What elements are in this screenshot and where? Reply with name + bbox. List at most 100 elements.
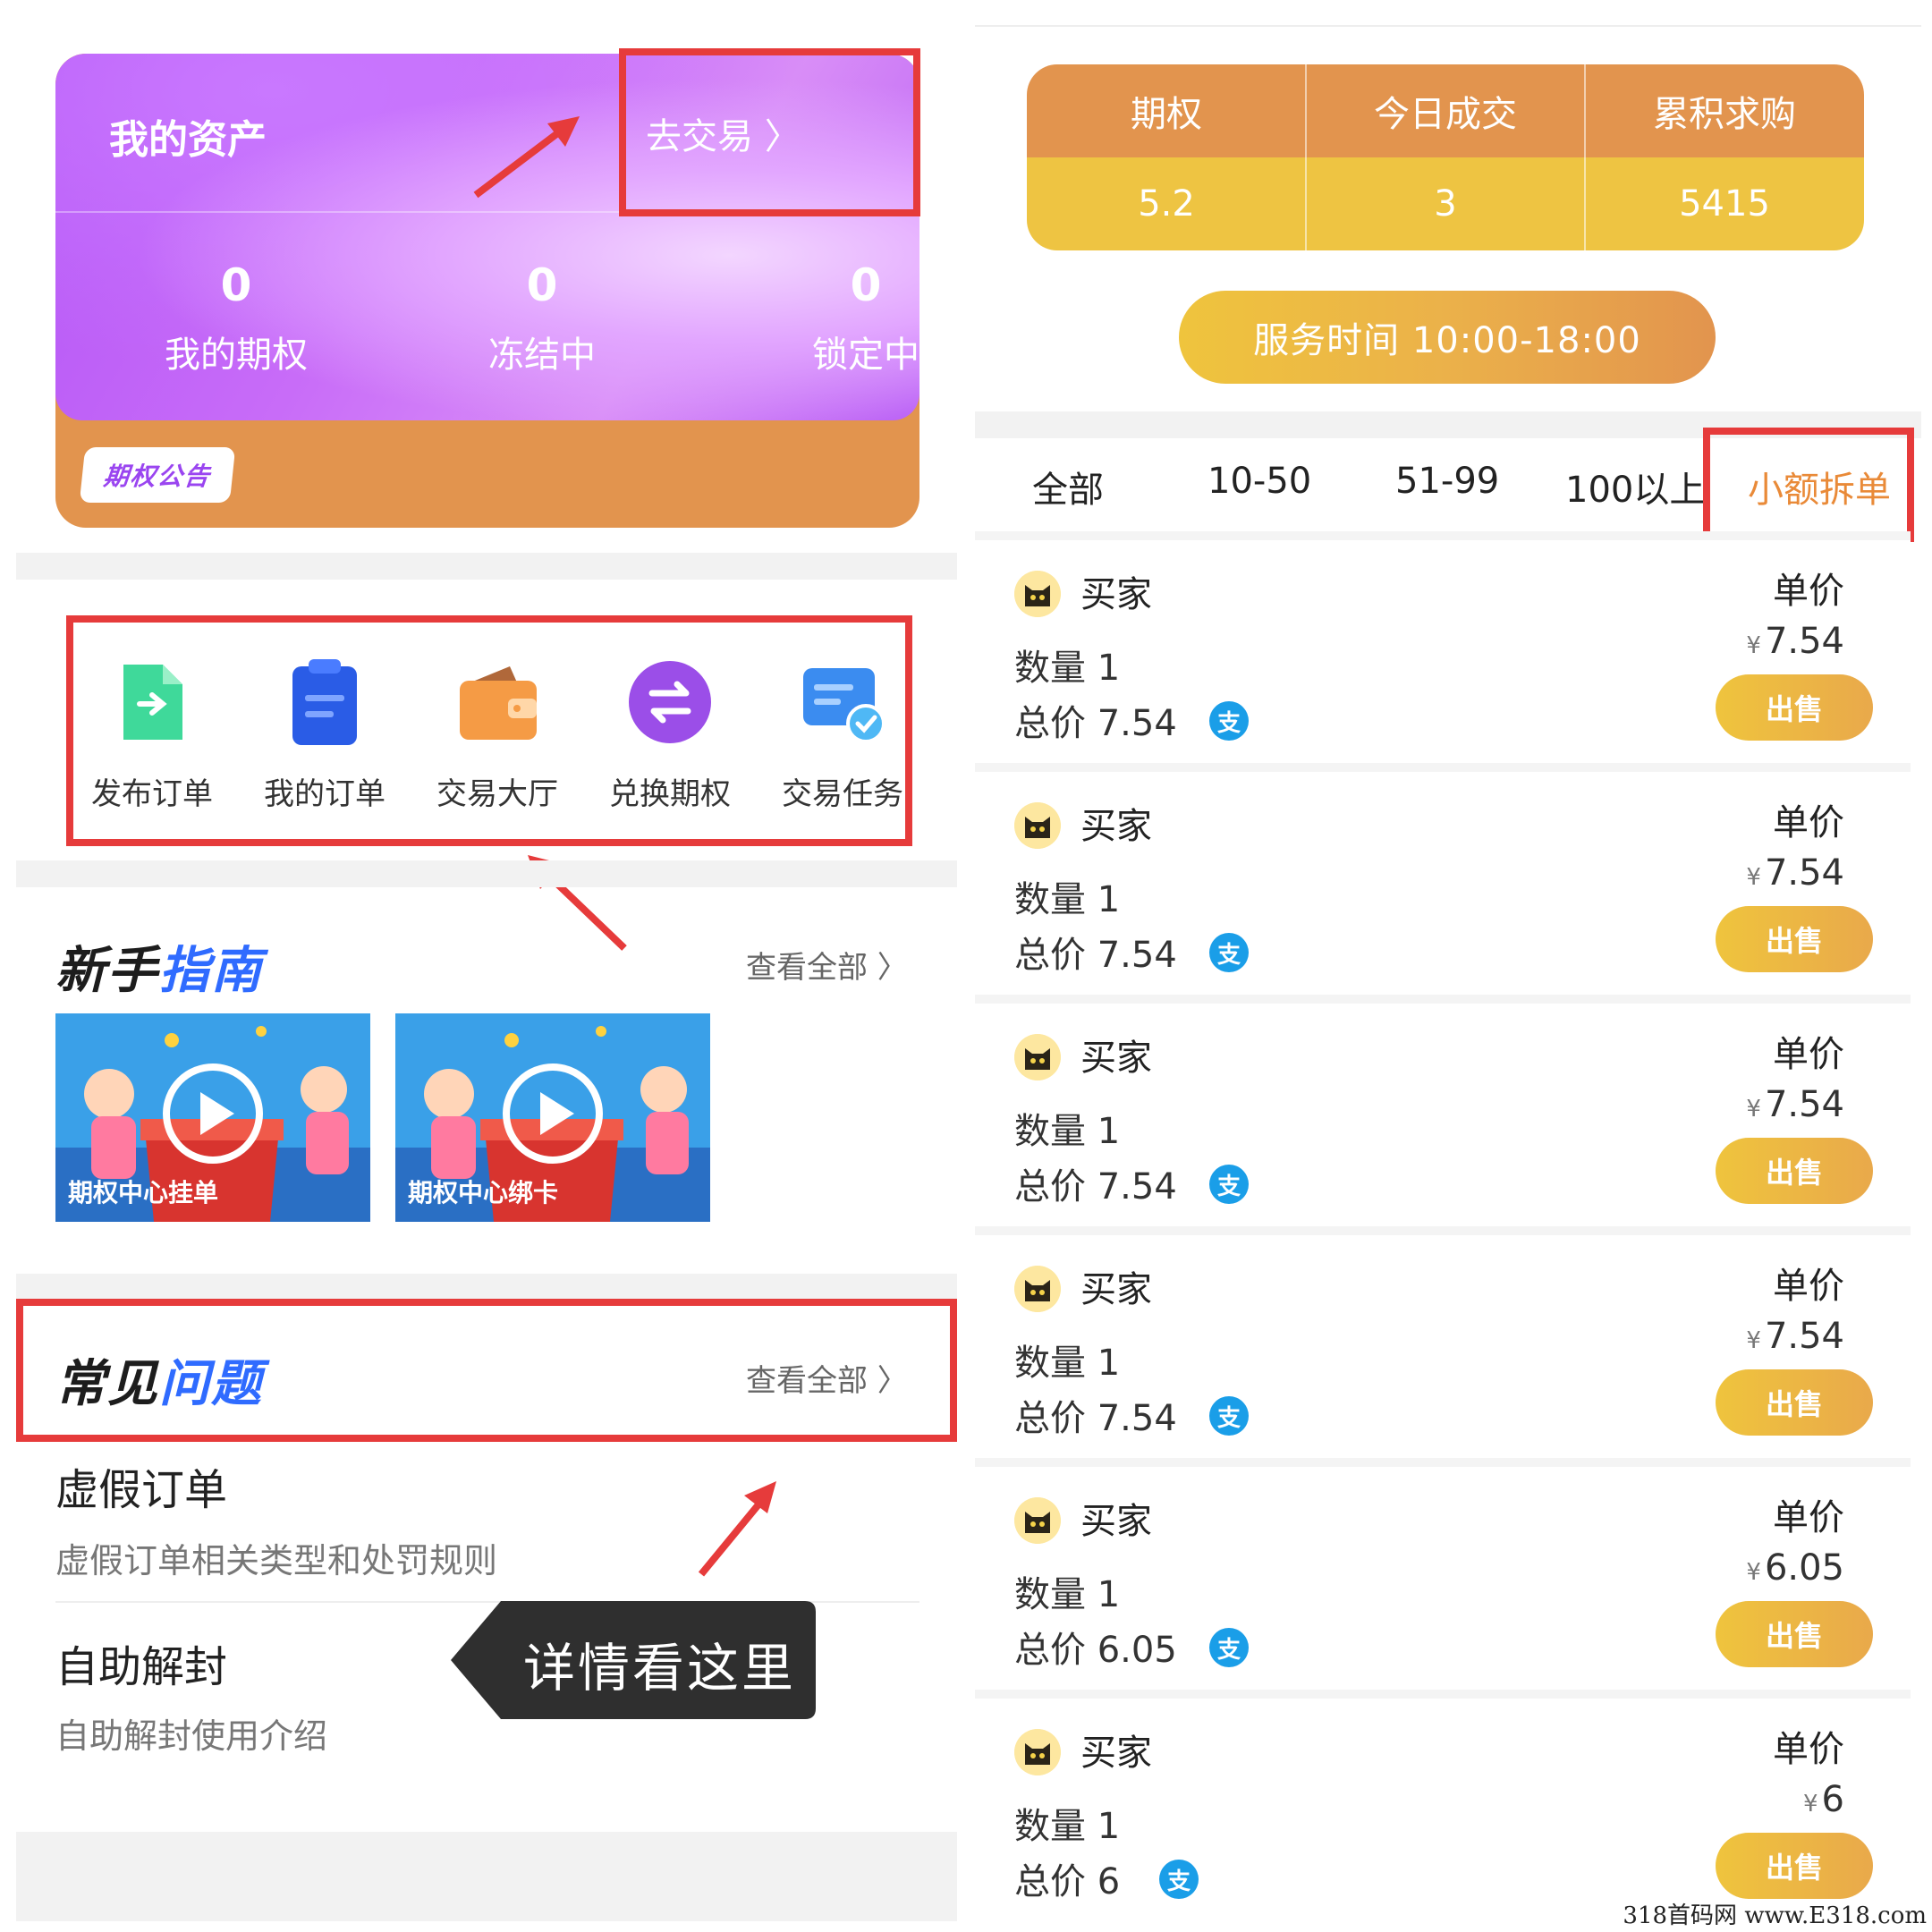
sell-button[interactable]: 出售 (1716, 906, 1873, 972)
price-number: 7.54 (1764, 1084, 1844, 1125)
faq-item-title[interactable]: 自助解封 (55, 1631, 227, 1694)
buyer-label: 买家 (1080, 1269, 1152, 1310)
guide-section-title: 新手指南 (55, 930, 263, 1003)
unit-price-label: 单价 (1773, 1497, 1844, 1538)
stat-label: 锁定中 (812, 335, 919, 376)
notice-badge-label: 期权公告 (102, 462, 213, 491)
video-caption: 期权中心绑卡 (408, 1178, 559, 1208)
guide-title-main: 新手 (55, 942, 159, 1000)
alipay-glyph: 支 (1216, 1404, 1241, 1432)
annotation-arrow-icon (698, 1481, 776, 1577)
sell-button[interactable]: 出售 (1716, 674, 1873, 741)
listing-row: 买家 数量 1 总价 6.05 支 单价 ¥6.05 出售 (975, 1458, 1911, 1682)
listing-total: 总价 6 (1014, 1861, 1121, 1902)
service-time-pill: 服务时间 10:00-18:00 (1179, 291, 1716, 384)
filter-tab-all[interactable]: 全部 (1032, 461, 1104, 513)
stat-label: 冻结中 (488, 335, 596, 376)
alipay-glyph: 支 (1216, 941, 1241, 969)
sell-button-label: 出售 (1765, 1387, 1823, 1421)
unit-price-label: 单价 (1773, 1729, 1844, 1770)
sell-button[interactable]: 出售 (1716, 1369, 1873, 1436)
watermark-text: 318首码网 www.E318.com (1623, 1902, 1927, 1929)
option-notice-badge[interactable]: 期权公告 (79, 447, 236, 503)
currency-symbol: ¥ (1746, 1096, 1761, 1123)
buyer-cat-avatar-icon (1014, 1497, 1061, 1544)
sell-button[interactable]: 出售 (1716, 1833, 1873, 1899)
listing-total: 总价 7.54 (1014, 703, 1177, 744)
right-panel: 期权 今日成交 累积求购 5.2 3 5415 服务时间 10:00-18:00… (975, 0, 1921, 1932)
section-gap (16, 553, 957, 580)
filter-tab-51-99[interactable]: 51-99 (1395, 461, 1499, 502)
unit-price-value: ¥6 (1803, 1779, 1844, 1820)
section-gap (16, 1832, 957, 1921)
faq-item-desc: 自助解封使用介绍 (55, 1716, 328, 1756)
listing-total: 总价 7.54 (1014, 935, 1177, 976)
price-number: 7.54 (1764, 852, 1844, 894)
listing-quantity: 数量 1 (1014, 1343, 1121, 1384)
listing-total: 总价 6.05 (1014, 1630, 1177, 1671)
left-panel: 我的资产 去交易 〉 0 我的期权 0 冻结中 0 锁定中 期权公告 发布订单 … (0, 0, 964, 1932)
top-divider (975, 25, 1921, 27)
tooltip-callout: 详情看这里 (447, 1601, 816, 1719)
unit-price-value: ¥7.54 (1746, 1316, 1844, 1357)
buyer-cat-avatar-icon (1014, 1729, 1061, 1775)
unit-price-label: 单价 (1773, 802, 1844, 843)
faq-item-desc: 虚假订单相关类型和处罚规则 (55, 1541, 498, 1580)
stats-header-cell: 期权 (1131, 94, 1202, 135)
stat-my-options[interactable]: 0 我的期权 (129, 259, 343, 377)
screenshot-root: 我的资产 去交易 〉 0 我的期权 0 冻结中 0 锁定中 期权公告 发布订单 … (0, 0, 1932, 1932)
sell-button-label: 出售 (1765, 1156, 1823, 1190)
stats-header-cell: 累积求购 (1653, 94, 1796, 135)
guide-view-all-link[interactable]: 查看全部 〉 (746, 943, 908, 987)
listing-row: 买家数量 1 总价 7.54 支 单价 ¥7.54 出售 (975, 1226, 1911, 1450)
stats-header-row: 期权 今日成交 累积求购 (1027, 64, 1864, 157)
price-number: 6 (1821, 1779, 1844, 1820)
unit-price-label: 单价 (1773, 1034, 1844, 1075)
service-time-text: 服务时间 10:00-18:00 (1253, 320, 1641, 361)
stat-locked[interactable]: 0 锁定中 (758, 259, 919, 377)
unit-price-value: ¥7.54 (1746, 621, 1844, 662)
filter-tab-100-plus[interactable]: 100以上 (1565, 461, 1705, 513)
alipay-icon: 支 (1209, 1396, 1249, 1436)
sell-button-label: 出售 (1765, 692, 1823, 726)
unit-price-label: 单价 (1773, 1266, 1844, 1307)
tooltip-text: 详情看这里 (523, 1638, 797, 1699)
buyer-label: 买家 (1080, 1733, 1152, 1774)
listing-total: 总价 7.54 (1014, 1166, 1177, 1208)
sell-button[interactable]: 出售 (1716, 1138, 1873, 1204)
annotation-box-shortcuts (66, 615, 912, 846)
market-stats-table: 期权 今日成交 累积求购 5.2 3 5415 (1027, 64, 1864, 250)
listing-quantity: 数量 1 (1014, 648, 1121, 689)
alipay-icon: 支 (1209, 1165, 1249, 1204)
listing-quantity: 数量 1 (1014, 1574, 1121, 1615)
buyer-cat-avatar-icon (1014, 571, 1061, 617)
currency-symbol: ¥ (1746, 864, 1761, 891)
stat-value: 0 (526, 259, 558, 311)
stat-frozen[interactable]: 0 冻结中 (435, 259, 649, 377)
alipay-glyph: 支 (1216, 1636, 1241, 1664)
price-number: 6.05 (1764, 1547, 1844, 1589)
guide-video-card[interactable]: 期权中心挂单 (55, 1013, 370, 1222)
faq-item-title[interactable]: 虚假订单 (55, 1454, 227, 1517)
stat-value: 0 (220, 259, 252, 311)
alipay-icon: 支 (1209, 933, 1249, 972)
guide-video-card[interactable]: 期权中心绑卡 (395, 1013, 710, 1222)
asset-title: 我的资产 (109, 117, 267, 163)
buyer-label: 买家 (1080, 1501, 1152, 1542)
alipay-icon: 支 (1209, 1628, 1249, 1667)
stats-value-row: 5.2 3 5415 (1027, 157, 1864, 250)
filter-tab-10-50[interactable]: 10-50 (1208, 461, 1311, 502)
buyer-cat-avatar-icon (1014, 1266, 1061, 1312)
buyer-label: 买家 (1080, 806, 1152, 847)
unit-price-label: 单价 (1773, 571, 1844, 612)
stats-value-cell: 5.2 (1138, 183, 1195, 225)
sell-button-label: 出售 (1765, 1851, 1823, 1885)
alipay-glyph: 支 (1216, 709, 1241, 737)
listing-row: 买家 数量 1 总价 7.54 支 单价 ¥7.54 出售 (975, 995, 1911, 1218)
stats-value-cell: 3 (1434, 183, 1457, 225)
listing-quantity: 数量 1 (1014, 1111, 1121, 1152)
currency-symbol: ¥ (1746, 632, 1761, 659)
sell-button[interactable]: 出售 (1716, 1601, 1873, 1667)
price-number: 7.54 (1764, 621, 1844, 662)
listing-total: 总价 7.54 (1014, 1398, 1177, 1439)
